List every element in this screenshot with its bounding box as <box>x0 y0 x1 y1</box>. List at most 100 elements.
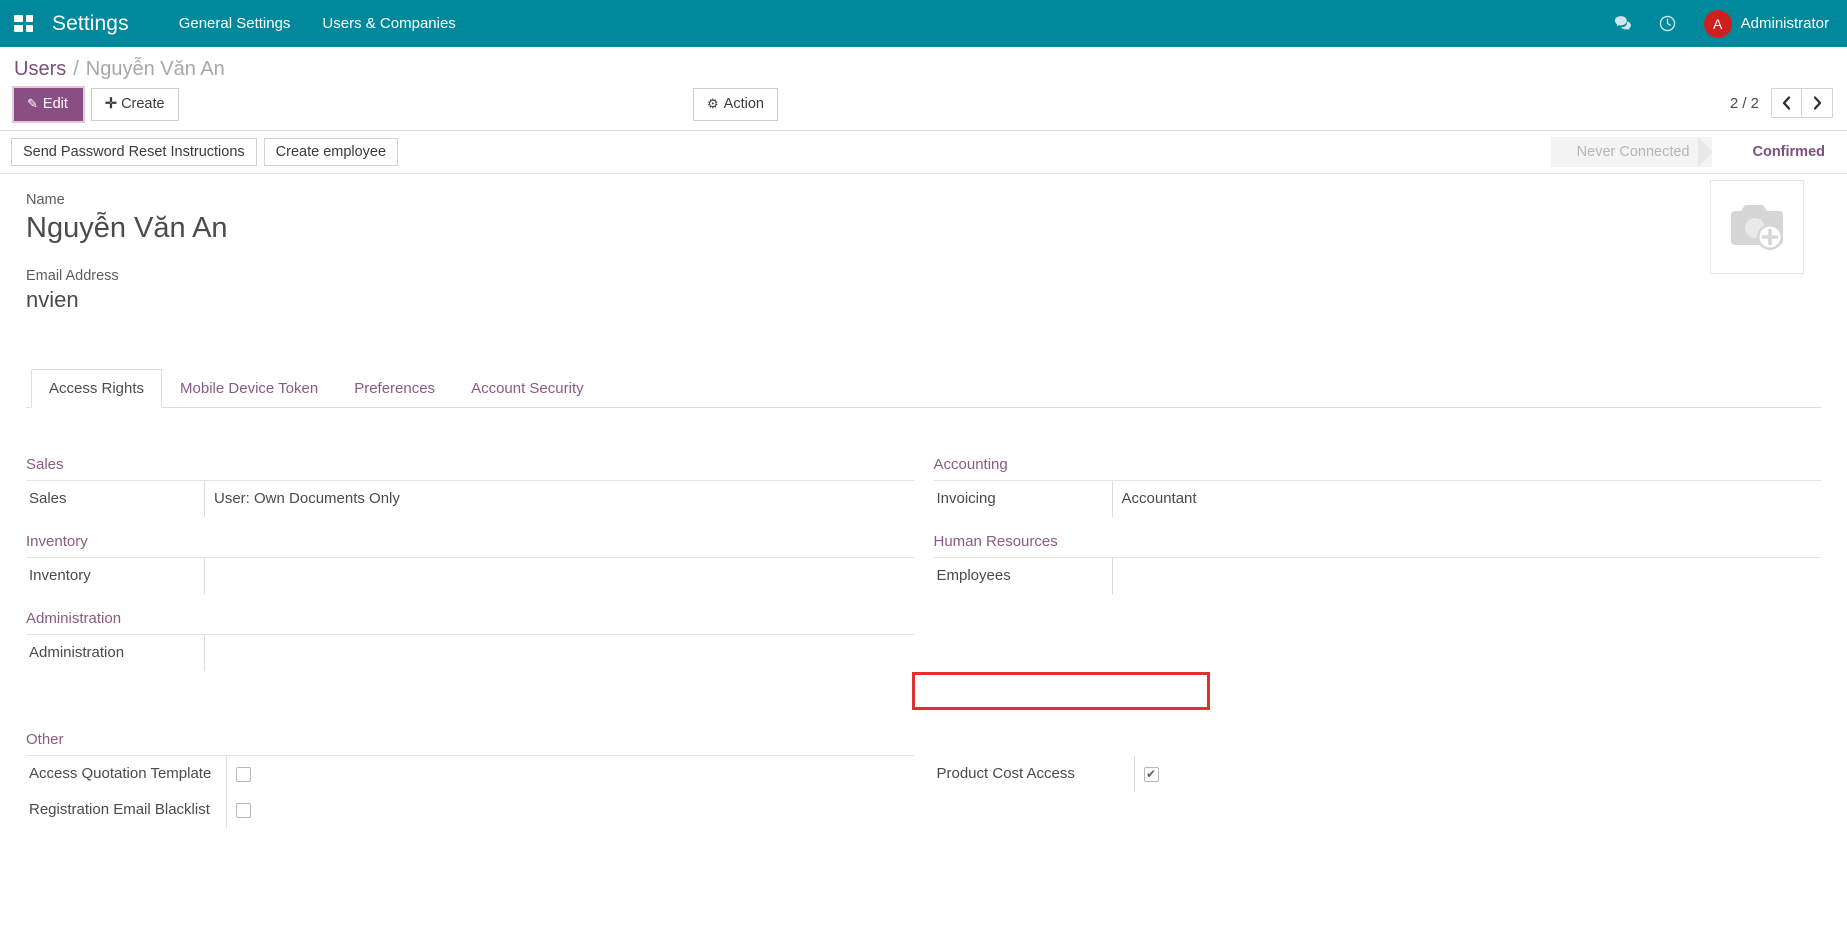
field-value-administration[interactable] <box>204 635 914 672</box>
control-panel-buttons: ✎ Edit ✛ Create ⚙ Action 2 / 2 <box>0 83 1847 130</box>
group-section-sales: Sales Sales User: Own Documents Only <box>26 456 914 518</box>
send-password-reset-instructions-button[interactable]: Send Password Reset Instructions <box>11 137 257 166</box>
group-title-inventory: Inventory <box>26 533 914 559</box>
field-value-employees[interactable] <box>1111 558 1822 595</box>
field-label-inventory: Inventory <box>29 567 91 585</box>
field-label-invoicing: Invoicing <box>936 490 996 508</box>
group-row-inventory: Inventory <box>26 558 914 595</box>
form-sheet: Send Password Reset Instructions Create … <box>0 130 1847 845</box>
field-label-employees: Employees <box>936 567 1011 585</box>
create-button[interactable]: ✛ Create <box>90 88 179 121</box>
field-value-invoicing[interactable]: Accountant <box>1111 481 1822 518</box>
group-row-invoicing: Invoicing Accountant <box>934 481 1822 518</box>
messages-icon[interactable] <box>1602 0 1646 47</box>
field-value-sales[interactable]: User: Own Documents Only <box>204 481 914 518</box>
pager-next-button[interactable] <box>1802 88 1833 118</box>
pencil-icon: ✎ <box>27 96 38 111</box>
group-section-administration: Administration Administration <box>26 610 914 672</box>
avatar-upload-box[interactable] <box>1710 179 1804 274</box>
gear-icon: ⚙ <box>707 96 719 111</box>
status-step-never-connected[interactable]: Never Connected <box>1550 136 1713 167</box>
group-section-human-resources: Human Resources Employees <box>933 533 1822 595</box>
nav-item-general-settings[interactable]: General Settings <box>163 2 307 45</box>
top-navbar: Settings General Settings Users & Compan… <box>0 0 1847 47</box>
group-section-other: Other Access Quotation Template ✔ Regist… <box>26 731 914 829</box>
control-panel: Users / Nguyễn Văn An ✎ Edit ✛ Create ⚙ Act… <box>0 47 1847 131</box>
status-steps: Never Connected Confirmed <box>1550 136 1847 167</box>
other-left-column: Other Access Quotation Template ✔ Regist… <box>26 731 914 844</box>
edit-button[interactable]: ✎ Edit <box>14 88 83 121</box>
apps-grid-icon <box>13 15 33 32</box>
email-field-value[interactable]: nvien <box>26 287 1710 313</box>
group-row-administration: Administration <box>26 635 914 672</box>
group-title-other: Other <box>26 731 914 757</box>
pager: 2 / 2 <box>1730 88 1833 118</box>
checkbox-product-cost-access[interactable]: ✔ <box>1143 766 1159 782</box>
other-right-column: Product Cost Access ✔ <box>934 731 1822 844</box>
field-label-administration: Administration <box>29 644 125 662</box>
action-button-label: Action <box>723 96 764 112</box>
group-title-human-resources: Human Resources <box>933 533 1821 559</box>
name-field-value[interactable]: Nguyễn Văn An <box>26 211 1710 246</box>
field-value-inventory[interactable] <box>204 558 914 595</box>
access-rights-right-column: Accounting Invoicing Accountant Human Re… <box>933 456 1822 687</box>
pager-count: 2 / 2 <box>1729 94 1759 112</box>
field-label-product-cost-access: Product Cost Access <box>936 765 1075 783</box>
check-tick-icon: ✔ <box>1145 767 1157 782</box>
camera-add-icon <box>1731 204 1783 250</box>
field-value-product-cost-access: ✔ <box>1133 756 1822 793</box>
tab-access-rights[interactable]: Access Rights <box>31 369 163 409</box>
email-field-block: Email Address nvien <box>26 268 1710 313</box>
breadcrumb: Users / Nguyễn Văn An <box>0 47 1847 83</box>
apps-menu-icon[interactable] <box>8 9 38 39</box>
group-title-sales: Sales <box>26 456 914 482</box>
create-button-label: Create <box>121 96 165 112</box>
group-title-other-right-spacer <box>934 731 1822 756</box>
pager-previous-button[interactable] <box>1771 88 1802 118</box>
tab-preferences[interactable]: Preferences <box>336 369 453 408</box>
action-button[interactable]: ⚙ Action <box>693 88 778 121</box>
user-menu[interactable]: A Administrator <box>1690 9 1833 38</box>
headline-fields: Name Nguyễn Văn An Email Address nvien <box>26 192 1710 335</box>
checkbox-access-quotation-template[interactable]: ✔ <box>236 766 251 782</box>
group-section-inventory: Inventory Inventory <box>26 533 914 595</box>
group-row-employees: Employees <box>934 558 1822 595</box>
create-employee-button[interactable]: Create employee <box>263 137 399 166</box>
headline-area: Name Nguyễn Văn An Email Address nvien <box>26 179 1821 335</box>
group-row-product-cost-access: Product Cost Access ✔ <box>934 756 1822 793</box>
field-value-access-quotation-template: ✔ <box>226 756 914 793</box>
access-rights-grid: Sales Sales User: Own Documents Only Inv… <box>26 408 1821 844</box>
tab-account-security[interactable]: Account Security <box>453 369 602 408</box>
name-field-label: Name <box>26 191 65 208</box>
plus-icon: ✛ <box>104 96 118 112</box>
access-rights-left-column: Sales Sales User: Own Documents Only Inv… <box>26 456 914 687</box>
breadcrumb-link-users[interactable]: Users <box>14 58 66 81</box>
statusbar: Send Password Reset Instructions Create … <box>0 130 1847 174</box>
tab-mobile-device-token[interactable]: Mobile Device Token <box>162 369 336 408</box>
group-row-access-quotation-template: Access Quotation Template ✔ <box>26 756 914 793</box>
group-row-registration-email-blacklist: Registration Email Blacklist ✔ <box>26 792 914 829</box>
status-step-confirmed[interactable]: Confirmed <box>1726 136 1847 167</box>
edit-button-label: Edit <box>42 96 68 112</box>
field-label-sales: Sales <box>29 490 67 508</box>
nav-item-users-and-companies[interactable]: Users & Companies <box>306 2 471 45</box>
breadcrumb-separator: / <box>73 58 79 80</box>
form-body: Name Nguyễn Văn An Email Address nvien A… <box>0 174 1847 844</box>
navbar-menu: General Settings Users & Companies <box>163 2 472 45</box>
form-notebook-tabs: Access Rights Mobile Device Token Prefer… <box>26 369 1821 409</box>
group-title-accounting: Accounting <box>933 456 1821 482</box>
field-value-registration-email-blacklist: ✔ <box>226 792 914 829</box>
group-title-administration: Administration <box>26 610 914 636</box>
user-name-label: Administrator <box>1740 15 1829 32</box>
field-label-access-quotation-template: Access Quotation Template <box>29 765 212 783</box>
activity-clock-icon[interactable] <box>1646 0 1690 47</box>
breadcrumb-current-record: Nguyễn Văn An <box>85 58 225 80</box>
navbar-right-section: A Administrator <box>1602 0 1833 47</box>
group-row-sales: Sales User: Own Documents Only <box>26 481 914 518</box>
group-section-other-right: Product Cost Access ✔ <box>934 731 1822 793</box>
action-button-wrapper: ⚙ Action <box>693 88 778 121</box>
email-field-label: Email Address <box>26 267 119 284</box>
checkbox-registration-email-blacklist[interactable]: ✔ <box>236 802 251 818</box>
app-brand-settings[interactable]: Settings <box>44 12 137 36</box>
group-section-accounting: Accounting Invoicing Accountant <box>933 456 1822 518</box>
